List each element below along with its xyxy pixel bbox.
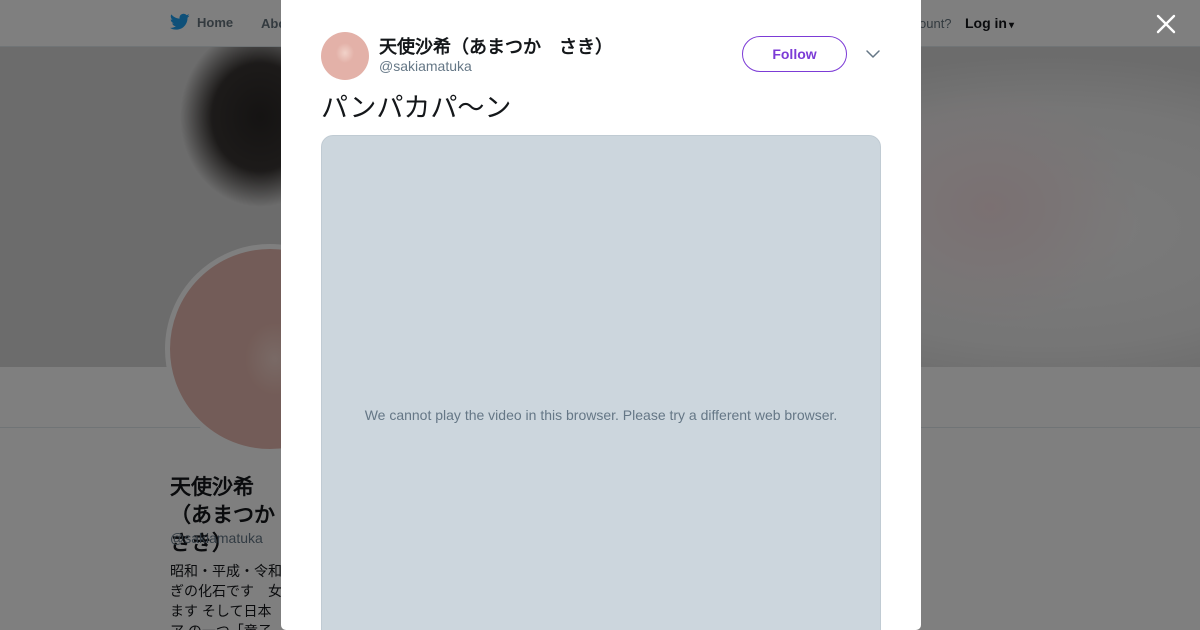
author-handle[interactable]: @sakiamatuka	[379, 58, 472, 74]
video-player[interactable]: We cannot play the video in this browser…	[321, 135, 881, 630]
tweet-text: パンパカパ〜ン	[321, 93, 512, 123]
author-avatar[interactable]	[321, 32, 369, 80]
tweet-permalink-modal: 天使沙希（あまつか さき） @sakiamatuka Follow パンパカパ〜…	[281, 0, 921, 630]
follow-button[interactable]: Follow	[742, 36, 847, 72]
video-unsupported-message: We cannot play the video in this browser…	[364, 407, 838, 423]
author-display-name[interactable]: 天使沙希（あまつか さき）	[379, 33, 613, 59]
chevron-down-icon[interactable]	[864, 47, 882, 61]
close-icon[interactable]	[1155, 13, 1177, 35]
